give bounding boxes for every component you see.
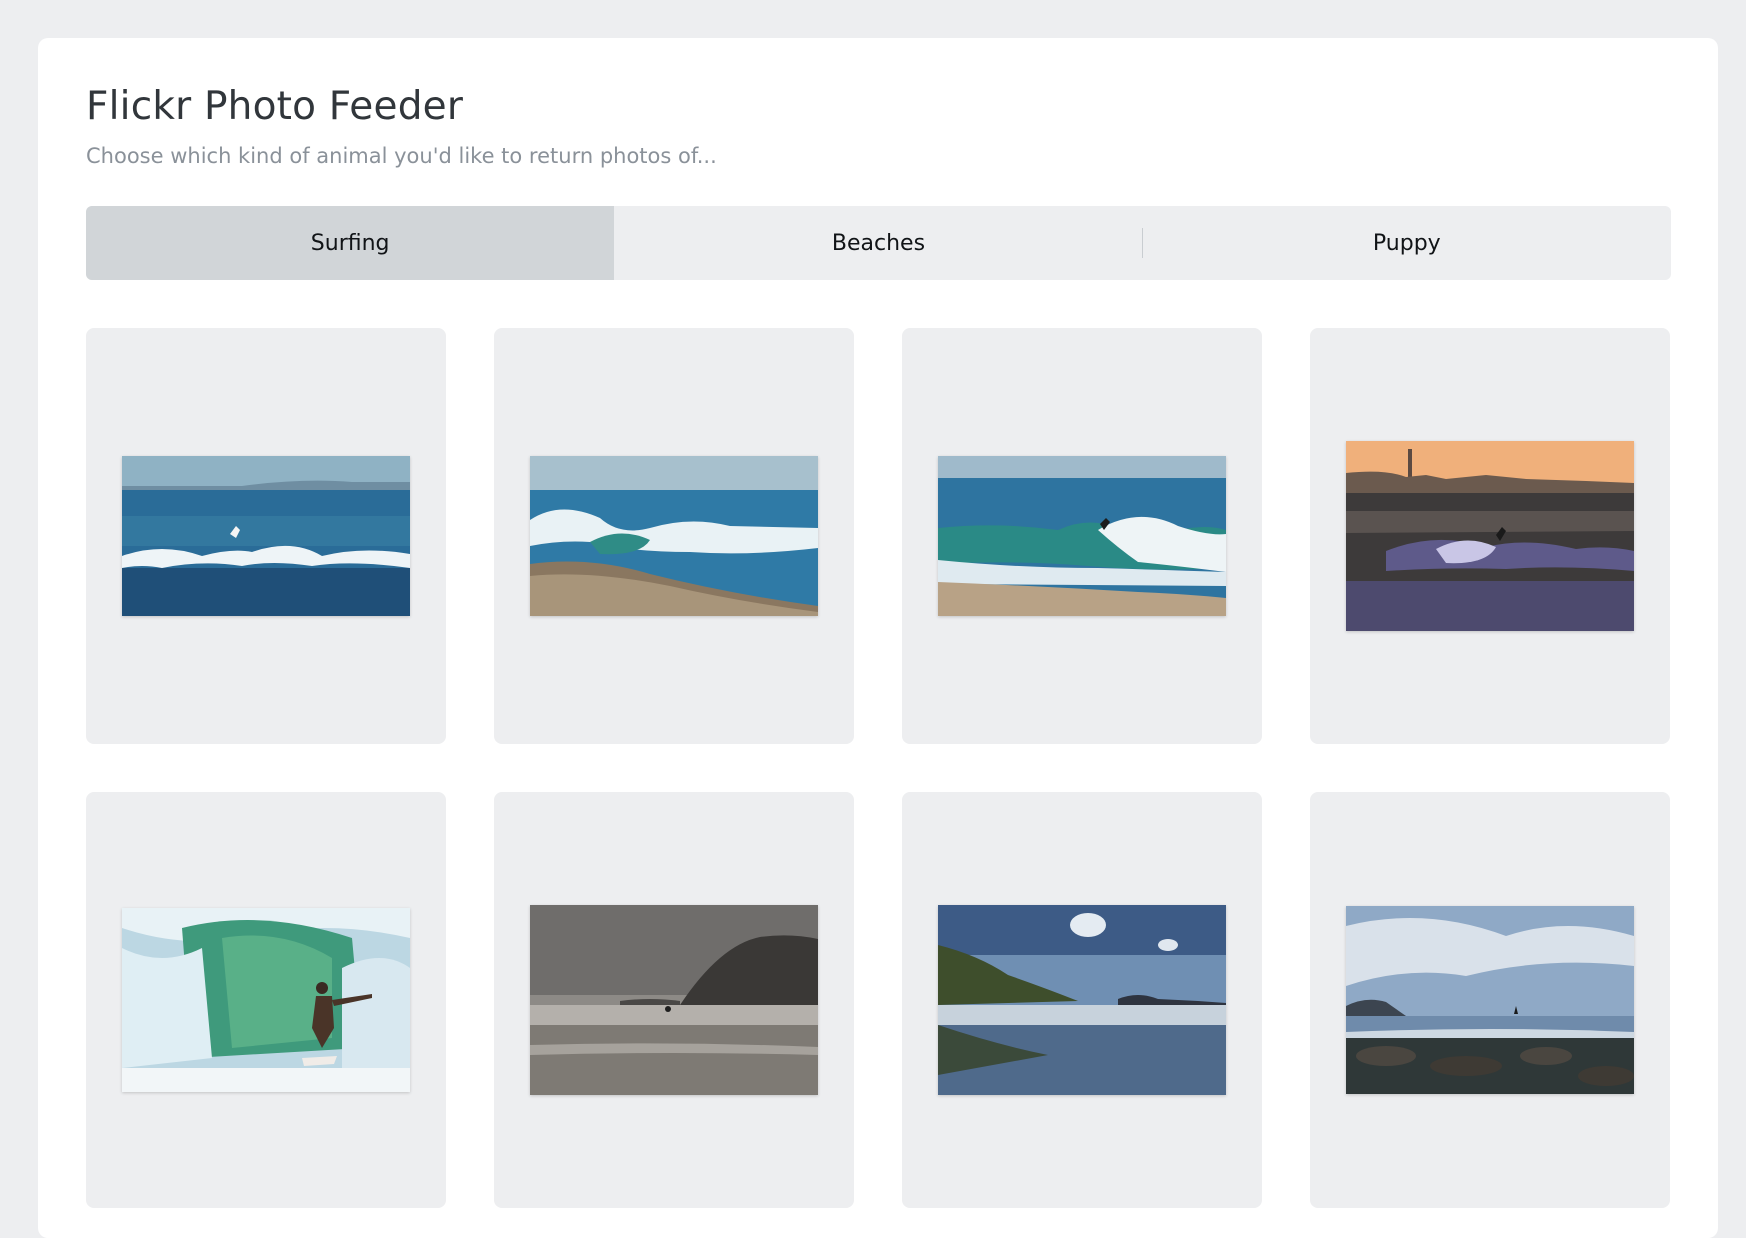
photo-tile[interactable] bbox=[902, 328, 1262, 744]
photo-grid bbox=[86, 328, 1671, 1208]
photo-tile[interactable] bbox=[902, 792, 1262, 1208]
photo-tile[interactable] bbox=[86, 792, 446, 1208]
photo-tile[interactable] bbox=[86, 328, 446, 744]
photo-image[interactable] bbox=[530, 905, 818, 1095]
photo-image[interactable] bbox=[938, 905, 1226, 1095]
tab-surfing[interactable]: Surfing bbox=[86, 206, 615, 280]
photo-tile[interactable] bbox=[1310, 328, 1670, 744]
photo-image[interactable] bbox=[122, 456, 410, 616]
photo-tile[interactable] bbox=[1310, 792, 1670, 1208]
category-tabs: Surfing Beaches Puppy bbox=[86, 206, 1671, 280]
photo-image[interactable] bbox=[1346, 441, 1634, 631]
photo-tile[interactable] bbox=[494, 792, 854, 1208]
photo-tile[interactable] bbox=[494, 328, 854, 744]
tab-beaches[interactable]: Beaches bbox=[614, 206, 1143, 280]
photo-image[interactable] bbox=[938, 456, 1226, 616]
main-card: Flickr Photo Feeder Choose which kind of… bbox=[38, 38, 1718, 1238]
tab-puppy[interactable]: Puppy bbox=[1143, 206, 1671, 280]
photo-image[interactable] bbox=[122, 908, 410, 1092]
photo-image[interactable] bbox=[530, 456, 818, 616]
page-subtitle: Choose which kind of animal you'd like t… bbox=[86, 144, 717, 168]
page-title: Flickr Photo Feeder bbox=[86, 84, 464, 129]
photo-image[interactable] bbox=[1346, 906, 1634, 1094]
